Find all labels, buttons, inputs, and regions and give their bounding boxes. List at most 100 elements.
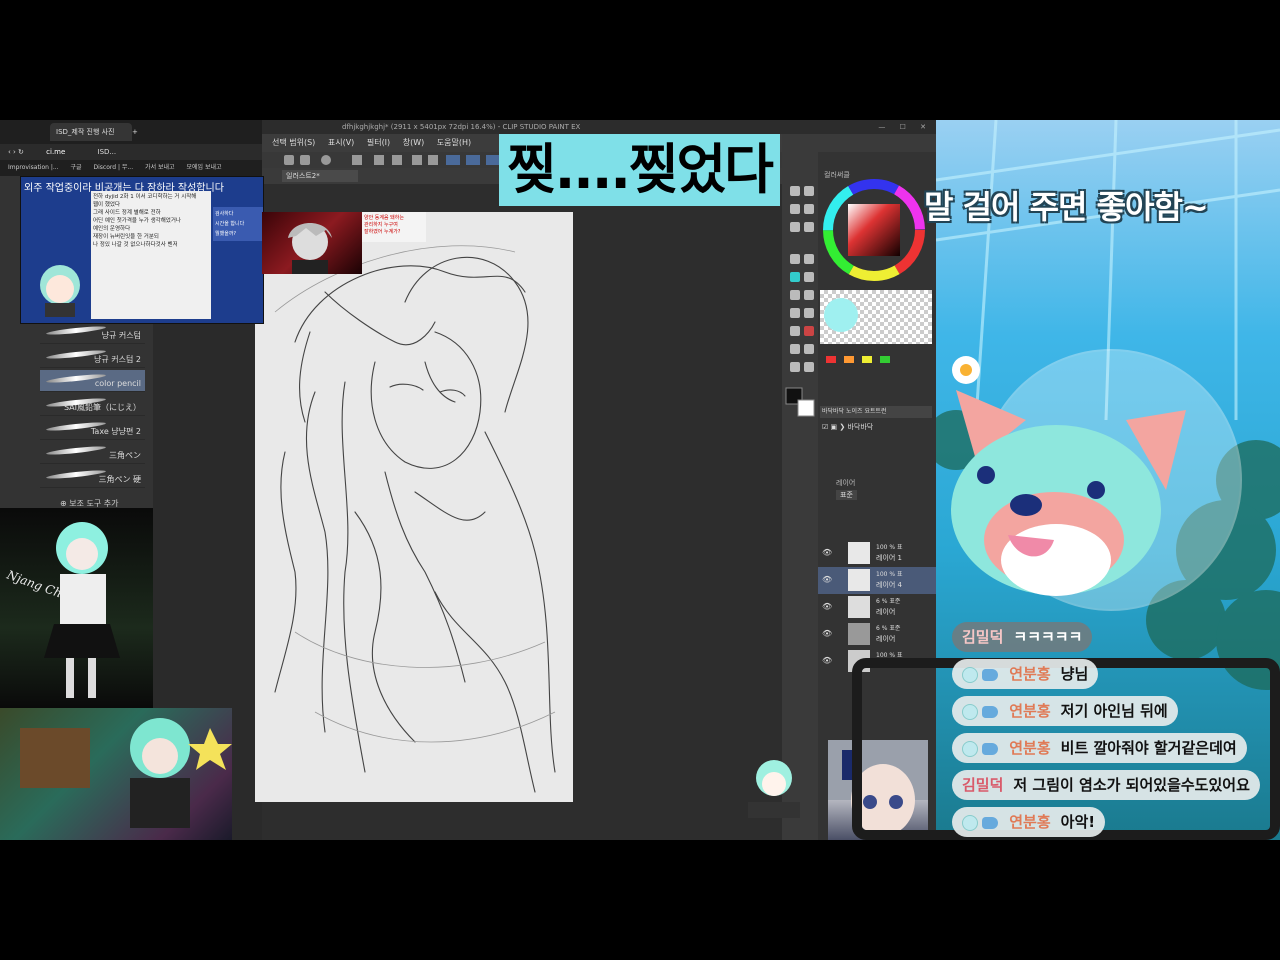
brush-label: 三角ペン bbox=[109, 451, 141, 460]
blend-mode-select[interactable]: 표준 bbox=[836, 490, 857, 500]
preview-line: 웹이 했었다 bbox=[93, 202, 121, 208]
chat-overlay: 김밀덕 ㅋㅋㅋㅋㅋ 연분홍 냥님 연분홍 저기 아인님 뒤에 연분홍 비트 깔아줘야 할… bbox=[944, 620, 1280, 840]
brush-name-label: 바닥바닥 bbox=[847, 423, 874, 431]
layer-thumbnail bbox=[848, 542, 870, 564]
menu-filter[interactable]: 필터(I) bbox=[367, 138, 390, 147]
preview-chat-line: 검사하다 bbox=[215, 211, 234, 217]
chat-message: 연분홍 비트 깔아줘야 할거같은데여 bbox=[952, 733, 1247, 763]
subscriber-badge-icon bbox=[962, 814, 978, 831]
preview-line: 그래 사이드 정계 별해로 전하 bbox=[93, 210, 161, 216]
menu-window[interactable]: 창(W) bbox=[403, 138, 425, 147]
bookmark-item[interactable]: Improvisation |... bbox=[8, 164, 59, 171]
bookmark-item[interactable]: Discord | 무... bbox=[93, 164, 133, 171]
layer-list: 👁 100 % 표 레이어 1 👁 100 % 표 레이어 4 👁 6 % 표준… bbox=[818, 540, 936, 675]
document-tab[interactable]: 일러스트2* bbox=[282, 170, 358, 182]
brush-item[interactable]: 三角ペン bbox=[40, 442, 145, 464]
browser-tab[interactable]: ISD_제작 진행 사진 bbox=[50, 123, 132, 141]
brush-stroke-preview bbox=[45, 444, 107, 457]
bookmark-item[interactable]: 가서 보내고 bbox=[145, 164, 175, 171]
preview-chat-line: 뭘했을까? bbox=[215, 231, 237, 237]
color-history-panel[interactable] bbox=[820, 290, 932, 344]
stream-banner: 찢....찢었다 bbox=[499, 134, 780, 206]
bookmarks-bar: Improvisation |... 구글 Discord | 무... 가서 … bbox=[0, 160, 262, 176]
brush-item-selected[interactable]: color pencil bbox=[40, 370, 145, 392]
tool-icons[interactable] bbox=[782, 166, 818, 466]
layer-thumbnail bbox=[848, 596, 870, 618]
brush-stroke-preview bbox=[45, 324, 107, 337]
preview-line: 전하 dyjid 2화 1 이서 코디학하는 거 시작해 bbox=[93, 194, 197, 200]
eye-icon[interactable]: 👁 bbox=[822, 629, 832, 638]
chat-text: 저기 아인님 뒤에 bbox=[1060, 702, 1168, 720]
chat-message: 연분홍 저기 아인님 뒤에 bbox=[952, 696, 1178, 726]
eye-icon[interactable]: 👁 bbox=[822, 548, 832, 557]
url-field[interactable]: ci.me bbox=[46, 148, 65, 156]
drawing-canvas[interactable] bbox=[255, 212, 573, 802]
menu-view[interactable]: 표시(V) bbox=[328, 138, 354, 147]
chat-text: 냥님 bbox=[1060, 665, 1089, 683]
preview-chat-line: 시간을 합니다 bbox=[215, 221, 245, 227]
plus-icon: ⊕ bbox=[60, 499, 70, 508]
preview-line: 예인의 운영하다 bbox=[93, 226, 131, 232]
browser-window: ISD_제작 진행 사진 + ‹ › ↻ ci.me ISD... Improv… bbox=[0, 120, 262, 176]
eye-icon[interactable]: 👁 bbox=[822, 575, 832, 584]
canvas-area[interactable] bbox=[255, 184, 782, 840]
brush-item[interactable]: SAI風鉛筆（にじえ） bbox=[40, 394, 145, 416]
swatch-yellow[interactable] bbox=[862, 356, 872, 363]
layer-panel-tab[interactable]: 레이어 bbox=[836, 478, 855, 488]
add-sub-tool-label: 보조 도구 추가 bbox=[69, 499, 119, 508]
menu-help[interactable]: 도움말(H) bbox=[437, 138, 471, 147]
layer-opacity: 6 % 표준 bbox=[876, 598, 901, 605]
layer-row[interactable]: 👁 6 % 표준 레이어 bbox=[818, 594, 936, 621]
brush-item[interactable]: 냥규 커스텀 bbox=[40, 322, 145, 344]
eye-icon[interactable]: 👁 bbox=[822, 602, 832, 611]
brush-label: 냥규 커스텀 2 bbox=[94, 355, 141, 364]
layer-name: 레이어 bbox=[876, 608, 896, 616]
current-color-swatch[interactable] bbox=[824, 298, 858, 332]
artwork-thumbnail: Njang Chan bbox=[0, 508, 153, 708]
brush-item[interactable]: 냥규 커스텀 2 bbox=[40, 346, 145, 368]
reference-note: 양안 동계음 돼하는 관리하지 누구여 잘하였어 누계가? bbox=[362, 212, 426, 242]
brush-item[interactable]: 三角ペン 硬 bbox=[40, 466, 145, 488]
bookmark-item[interactable]: 구글 bbox=[71, 164, 82, 171]
layer-row[interactable]: 👁 100 % 표 레이어 1 bbox=[818, 540, 936, 567]
swatch-orange[interactable] bbox=[844, 356, 854, 363]
second-tab[interactable]: ISD... bbox=[98, 148, 117, 156]
window-controls[interactable]: — ☐ ✕ bbox=[878, 120, 932, 134]
chat-username: 김밀덕 bbox=[962, 628, 1004, 646]
color-wheel[interactable] bbox=[822, 178, 926, 282]
chat-text: ㅋㅋㅋㅋㅋ bbox=[1013, 628, 1083, 646]
note-line: 관리하지 누구여 bbox=[364, 222, 398, 228]
note-arrow-text: 잘하였어 누계가? bbox=[364, 229, 401, 235]
swatch-red[interactable] bbox=[826, 356, 836, 363]
layer-row[interactable]: 👁 6 % 표준 레이어 bbox=[818, 621, 936, 648]
brush-item[interactable]: Taxe 냥냥편 2 bbox=[40, 418, 145, 440]
brush-label: 냥규 커스텀 bbox=[101, 331, 141, 340]
preview-line: 재장이 뉴버린잇을 한 거분되 bbox=[93, 234, 159, 240]
swatch-green[interactable] bbox=[880, 356, 890, 363]
chat-username: 연분홍 bbox=[1009, 665, 1051, 683]
chat-text: 저 그림이 염소가 되어있을수도있어요 bbox=[1013, 776, 1250, 794]
layer-opacity: 100 % 표 bbox=[876, 571, 903, 578]
menu-select[interactable]: 선택 범위(S) bbox=[272, 138, 315, 147]
layer-thumbnail bbox=[848, 623, 870, 645]
brush-name[interactable]: ☑ ▣ ❯ 바닥바닥 bbox=[822, 422, 873, 432]
chat-message: 연분홍 아악! bbox=[952, 807, 1106, 837]
bookmark-item[interactable]: 모에임 보내고 bbox=[186, 164, 221, 171]
layer-opacity: 100 % 표 bbox=[876, 544, 903, 551]
layer-opacity: 6 % 표준 bbox=[876, 625, 901, 632]
reference-portrait bbox=[288, 223, 332, 274]
eye-icon[interactable]: 👁 bbox=[822, 656, 832, 665]
layer-row-selected[interactable]: 👁 100 % 표 레이어 4 bbox=[818, 567, 936, 594]
brush-stroke-preview bbox=[45, 468, 107, 481]
new-tab-button[interactable]: + bbox=[126, 123, 144, 141]
layer-thumbnail bbox=[848, 569, 870, 591]
stream-headline: 말 걸어 주면 좋아함~ bbox=[924, 188, 1209, 226]
document-tab-label: 일러스트2* bbox=[286, 172, 320, 180]
brush-set-selector[interactable]: 바닥바닥 노이즈 요트트런 bbox=[820, 406, 932, 418]
preview-line: 어딘 예인 첫가격을 누가 생각해었거나 bbox=[93, 218, 181, 224]
nav-icons[interactable]: ‹ › ↻ bbox=[8, 148, 24, 156]
brush-label: color pencil bbox=[94, 379, 141, 388]
chat-message: 김밀덕 저 그림이 염소가 되어있을수도있어요 bbox=[952, 770, 1260, 800]
screen-capture-preview: 외주 작업중이라 비공개는 다 잠하라 작성합니다 전하 dyjid 2화 1 … bbox=[20, 176, 264, 324]
reference-image bbox=[262, 212, 362, 274]
